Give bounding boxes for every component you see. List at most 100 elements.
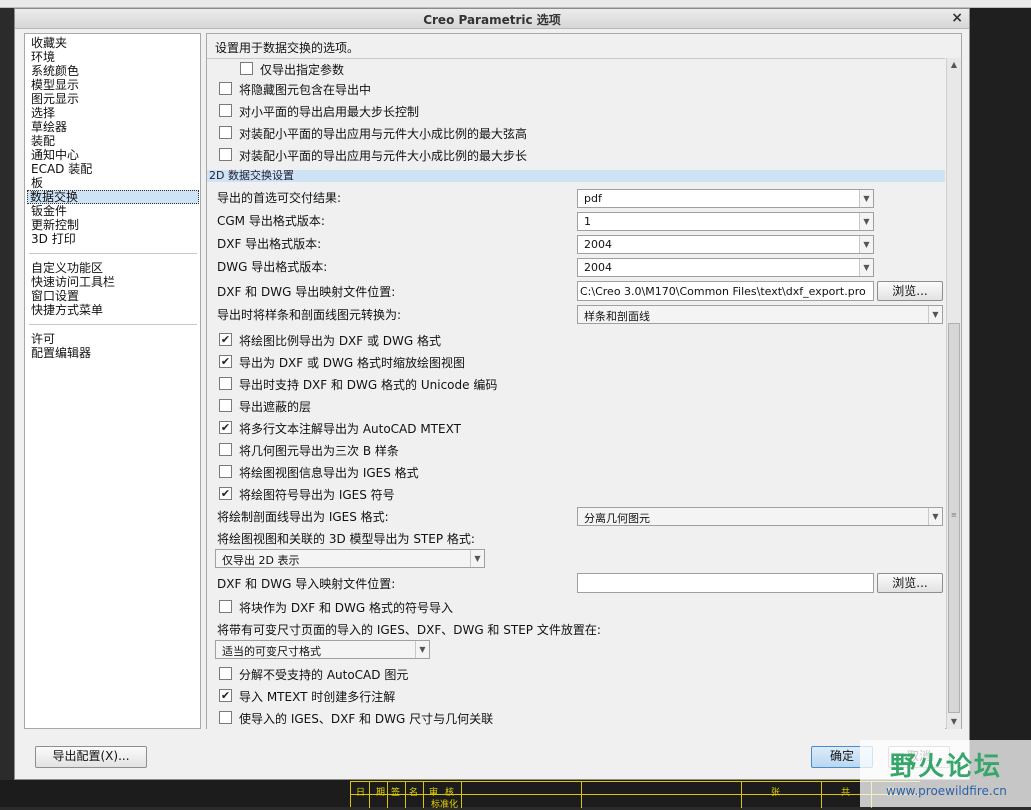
checkbox-include-hidden-entities[interactable] [219, 82, 232, 95]
checkbox-unicode-export[interactable] [219, 377, 232, 390]
title-block-text: 期 [376, 788, 386, 798]
nav-item-customize-ribbon[interactable]: 自定义功能区 [29, 261, 105, 275]
import-map-file-field[interactable] [577, 573, 874, 593]
dropdown-value: 分离几何图元 [584, 512, 650, 525]
vertical-scrollbar[interactable]: ▲ ≡ ▼ [946, 58, 961, 729]
checkbox-export-view-info-iges[interactable] [219, 465, 232, 478]
option-row: 将隐藏图元包含在导出中 [207, 79, 945, 99]
title-block-text: 日 [356, 788, 366, 798]
cgm-version-dropdown[interactable]: 1 ▼ [577, 212, 874, 231]
checkbox-label: 将隐藏图元包含在导出中 [239, 83, 372, 97]
checkbox-label: 将绘图视图信息导出为 IGES 格式 [239, 466, 419, 480]
option-row: ✔ 将绘图符号导出为 IGES 符号 [207, 484, 945, 504]
nav-item-update-control[interactable]: 更新控制 [29, 218, 81, 232]
background-toolbar [0, 0, 1031, 8]
nav-item-entity-display[interactable]: 图元显示 [29, 92, 81, 106]
nav-item-window-settings[interactable]: 窗口设置 [29, 289, 81, 303]
option-row: ✔ 将绘图比例导出为 DXF 或 DWG 格式 [207, 330, 945, 350]
dropdown-value: 2004 [584, 238, 612, 251]
nav-item-config-editor[interactable]: 配置编辑器 [29, 346, 93, 360]
title-block-text: 共 [841, 788, 851, 798]
dialog-titlebar[interactable]: Creo Parametric 选项 × [15, 9, 969, 29]
nav-item-notification-center[interactable]: 通知中心 [29, 148, 81, 162]
setting-label: 将绘制剖面线导出为 IGES 格式: [217, 510, 389, 524]
background-drawing-area [970, 8, 1031, 807]
setting-label: DXF 和 DWG 导出映射文件位置: [217, 285, 396, 299]
option-row: 对小平面的导出启用最大步长控制 [207, 101, 945, 121]
step-export-dropdown[interactable]: 仅导出 2D 表示 ▼ [215, 549, 485, 568]
watermark-title: 野火论坛 [890, 752, 1003, 782]
scroll-down-icon[interactable]: ▼ [947, 715, 961, 729]
option-row: ✔ 导入 MTEXT 时创建多行注解 [207, 686, 945, 706]
section-header-2d: 2D 数据交换设置 [207, 170, 945, 182]
option-row: 对装配小平面的导出应用与元件大小成比例的最大弦高 [207, 123, 945, 143]
nav-item-model-display[interactable]: 模型显示 [29, 78, 81, 92]
variable-size-dropdown[interactable]: 适当的可变尺寸格式 ▼ [215, 640, 430, 659]
nav-item-ecad-assembly[interactable]: ECAD 装配 [29, 162, 94, 176]
watermark: 野火论坛 www.proewildfire.cn [860, 740, 1031, 807]
checkbox-export-bspline[interactable] [219, 443, 232, 456]
nav-item-quick-access-toolbar[interactable]: 快速访问工具栏 [29, 275, 117, 289]
setting-label: 导出时将样条和剖面线图元转换为: [217, 308, 402, 322]
checkbox-label: 将绘图符号导出为 IGES 符号 [239, 488, 395, 502]
setting-label: 将绘图视图和关联的 3D 模型导出为 STEP 格式: [217, 532, 475, 546]
iges-hatch-dropdown[interactable]: 分离几何图元 ▼ [577, 507, 943, 526]
spline-convert-dropdown[interactable]: 样条和剖面线 ▼ [577, 305, 943, 324]
nav-item-data-exchange[interactable]: 数据交换 [27, 190, 199, 204]
browse-export-map-button[interactable]: 浏览... [877, 281, 943, 301]
option-row: ✔ 将多行文本注解导出为 AutoCAD MTEXT [207, 418, 945, 438]
checkbox-export-drawing-scale[interactable]: ✔ [219, 333, 232, 346]
option-row: 分解不受支持的 AutoCAD 图元 [207, 664, 945, 684]
nav-item-system-colors[interactable]: 系统颜色 [29, 64, 81, 78]
close-icon[interactable]: × [951, 10, 963, 26]
option-row: 将块作为 DXF 和 DWG 格式的符号导入 [207, 597, 945, 617]
checkbox-max-chord-height[interactable] [219, 126, 232, 139]
checkbox-label: 使导入的 IGES、DXF 和 DWG 尺寸与几何关联 [239, 712, 494, 726]
checkbox-label: 导入 MTEXT 时创建多行注解 [239, 690, 396, 704]
nav-item-assembly[interactable]: 装配 [29, 134, 57, 148]
category-list: 收藏夹 环境 系统颜色 模型显示 图元显示 选择 草绘器 装配 通知中心 ECA… [24, 33, 201, 729]
checkbox-export-mtext[interactable]: ✔ [219, 421, 232, 434]
browse-import-map-button[interactable]: 浏览... [877, 573, 943, 593]
options-scroll-area: 仅导出指定参数 将隐藏图元包含在导出中 对小平面的导出启用最大步长控制 对装配小… [207, 58, 945, 729]
checkbox-export-specified-params[interactable] [240, 62, 253, 75]
checkbox-export-symbols-iges[interactable]: ✔ [219, 487, 232, 500]
nav-item-selection[interactable]: 选择 [29, 106, 57, 120]
nav-item-sketcher[interactable]: 草绘器 [29, 120, 69, 134]
nav-item-sheetmetal[interactable]: 钣金件 [29, 204, 69, 218]
panel-description: 设置用于数据交换的选项。 [215, 41, 360, 55]
export-config-button[interactable]: 导出配置(X)... [35, 746, 147, 768]
nav-item-license[interactable]: 许可 [29, 332, 57, 346]
options-panel: 设置用于数据交换的选项。 仅导出指定参数 将隐藏图元包含在导出中 对小平面的导出… [206, 33, 962, 729]
dropdown-value: pdf [584, 192, 602, 205]
nav-item-environment[interactable]: 环境 [29, 50, 57, 64]
checkbox-import-mtext-multiline[interactable]: ✔ [219, 689, 232, 702]
checkbox-explode-unsupported[interactable] [219, 667, 232, 680]
nav-item-shortcut-menus[interactable]: 快捷方式菜单 [29, 303, 105, 317]
chevron-down-icon: ▼ [415, 641, 429, 658]
checkbox-scale-drawing-views[interactable]: ✔ [219, 355, 232, 368]
nav-item-board[interactable]: 板 [29, 176, 45, 190]
checkbox-label: 将几何图元导出为三次 B 样条 [239, 444, 399, 458]
deliverable-dropdown[interactable]: pdf ▼ [577, 189, 874, 208]
checkbox-max-step-proportional[interactable] [219, 148, 232, 161]
nav-item-favorites[interactable]: 收藏夹 [29, 36, 69, 50]
checkbox-export-blanked-layers[interactable] [219, 399, 232, 412]
checkbox-max-step-control[interactable] [219, 104, 232, 117]
grip-icon: ≡ [951, 511, 957, 519]
option-row: 将绘图视图信息导出为 IGES 格式 [207, 462, 945, 482]
drawing-title-block: 日 期 签 名 审 核 标准化 张 共 张 [350, 781, 921, 810]
scrollbar-thumb[interactable]: ≡ [948, 323, 960, 713]
dxf-version-dropdown[interactable]: 2004 ▼ [577, 235, 874, 254]
option-row: ✔ 导出为 DXF 或 DWG 格式时缩放绘图视图 [207, 352, 945, 372]
nav-item-3d-print[interactable]: 3D 打印 [29, 232, 78, 246]
option-row: 将几何图元导出为三次 B 样条 [207, 440, 945, 460]
option-row: 仅导出指定参数 [207, 59, 945, 79]
export-map-file-field[interactable]: C:\Creo 3.0\M170\Common Files\text\dxf_e… [577, 281, 874, 301]
checkbox-import-blocks-as-symbols[interactable] [219, 600, 232, 613]
scroll-up-icon[interactable]: ▲ [947, 58, 961, 72]
checkbox-associate-dimensions[interactable] [219, 711, 232, 724]
nav-separator [29, 324, 197, 325]
dwg-version-dropdown[interactable]: 2004 ▼ [577, 258, 874, 277]
chevron-down-icon: ▼ [928, 508, 942, 525]
